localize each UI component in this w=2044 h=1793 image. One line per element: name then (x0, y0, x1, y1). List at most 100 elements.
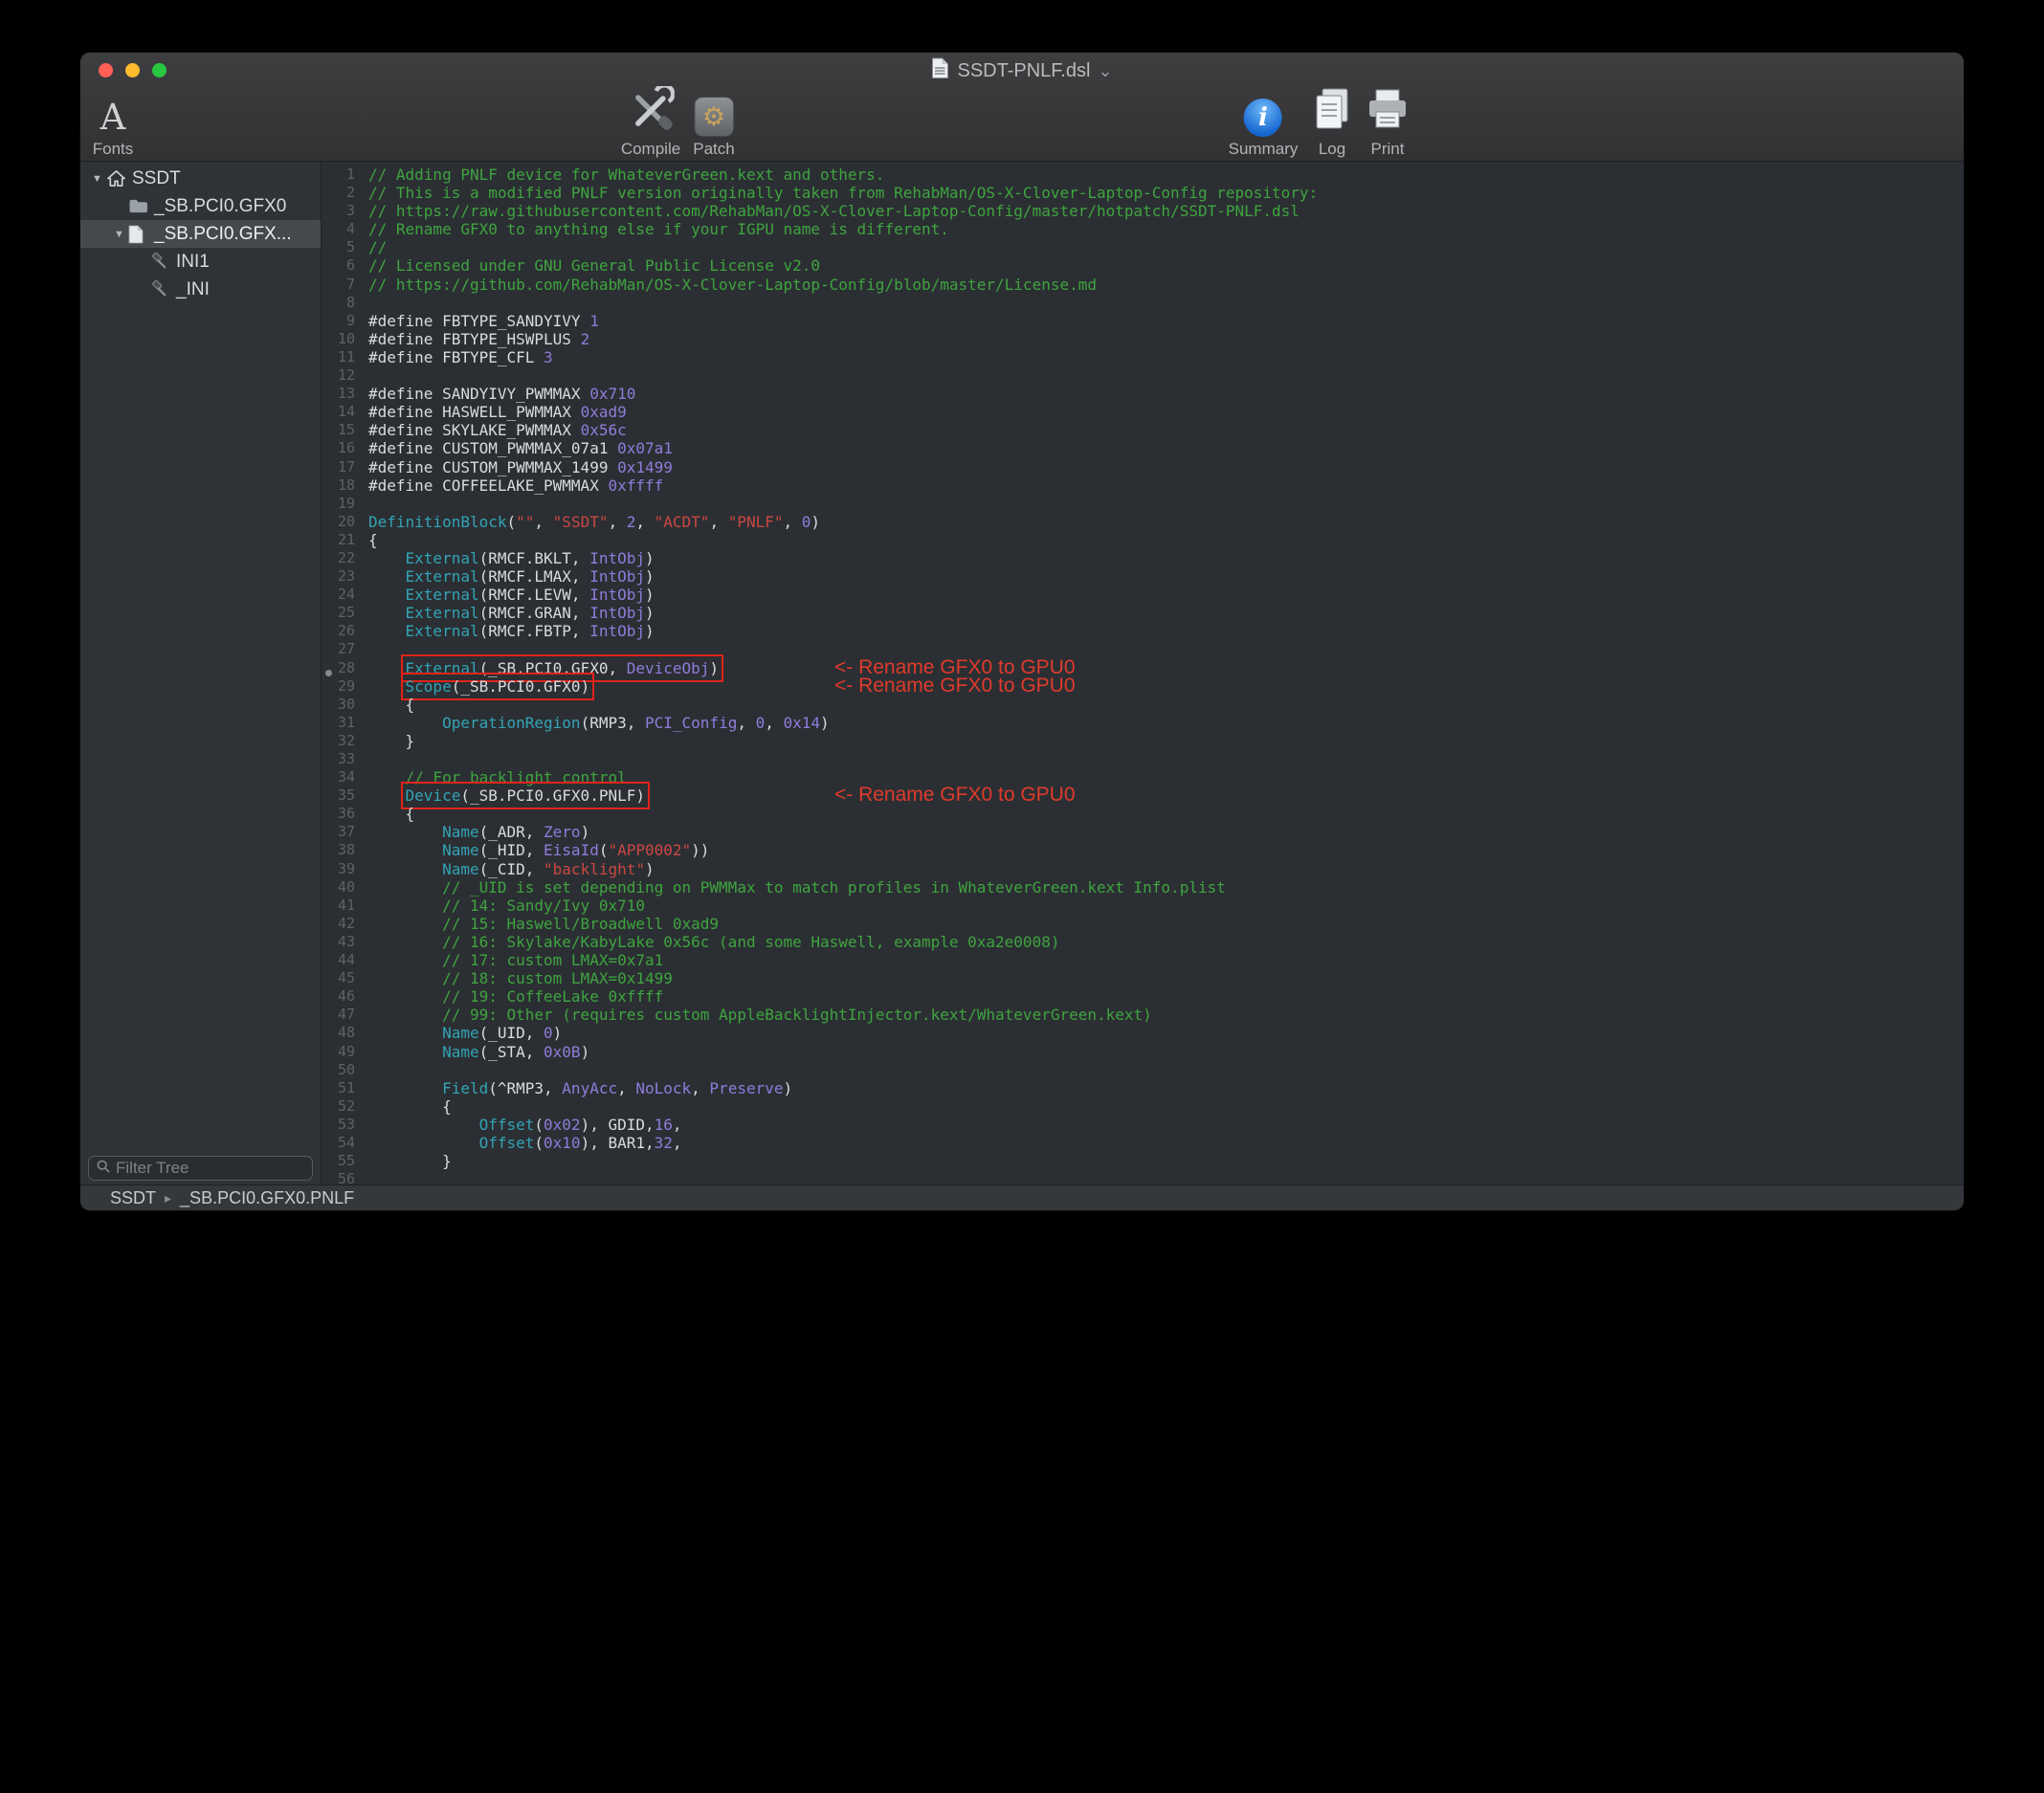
code-line-53[interactable]: Offset(0x02), GDID,16, (368, 1116, 1964, 1134)
disclosure-triangle-icon[interactable]: ▼ (88, 173, 106, 185)
tree-item-ssdt[interactable]: ▼SSDT (80, 165, 321, 192)
code-line-11[interactable]: #define FBTYPE_CFL 3 (368, 348, 1964, 366)
log-documents-icon (1311, 86, 1353, 137)
line-number: 3 (322, 202, 355, 220)
disclosure-triangle-icon[interactable]: ▼ (110, 229, 128, 240)
code-line-32[interactable]: } (368, 732, 1964, 750)
code-line-37[interactable]: Name(_ADR, Zero) (368, 823, 1964, 841)
line-number: 17 (322, 458, 355, 476)
code-line-16[interactable]: #define CUSTOM_PWMMAX_07a1 0x07a1 (368, 439, 1964, 457)
code-line-30[interactable]: { (368, 696, 1964, 714)
tree-item-label: INI1 (176, 252, 210, 273)
code-line-44[interactable]: // 17: custom LMAX=0x7a1 (368, 951, 1964, 969)
code-line-46[interactable]: // 19: CoffeeLake 0xffff (368, 987, 1964, 1006)
title-bar[interactable]: SSDT-PNLF.dsl ⌄ (80, 53, 1964, 89)
breadcrumb-root[interactable]: SSDT (110, 1188, 156, 1208)
code-line-24[interactable]: External(RMCF.LEVW, IntObj) (368, 586, 1964, 604)
code-line-3[interactable]: // https://raw.githubusercontent.com/Reh… (368, 202, 1964, 220)
title-chevron-icon[interactable]: ⌄ (1098, 66, 1112, 76)
line-number: 4 (322, 220, 355, 238)
code-line-50[interactable] (368, 1061, 1964, 1079)
code-line-23[interactable]: External(RMCF.LMAX, IntObj) (368, 567, 1964, 586)
line-number: 26 (322, 622, 355, 640)
line-number: 22 (322, 549, 355, 567)
code-line-49[interactable]: Name(_STA, 0x0B) (368, 1043, 1964, 1061)
code-line-8[interactable] (368, 294, 1964, 312)
line-number: 39 (322, 860, 355, 878)
code-editor[interactable]: 1234567891011121314151617181920212223242… (322, 162, 1964, 1184)
sidebar: ▼SSDT_SB.PCI0.GFX0▼_SB.PCI0.GFX... INI1 _I… (80, 162, 322, 1184)
code-line-13[interactable]: #define SANDYIVY_PWMMAX 0x710 (368, 385, 1964, 403)
code-line-4[interactable]: // Rename GFX0 to anything else if your … (368, 220, 1964, 238)
code-line-52[interactable]: { (368, 1097, 1964, 1116)
code-line-38[interactable]: Name(_HID, EisaId("APP0002")) (368, 841, 1964, 859)
code-line-36[interactable]: { (368, 805, 1964, 823)
code-line-48[interactable]: Name(_UID, 0) (368, 1024, 1964, 1042)
code-line-28[interactable]: External(_SB.PCI0.GFX0, DeviceObj)<- Ren… (368, 659, 1964, 677)
window-title: SSDT-PNLF.dsl (957, 60, 1090, 82)
line-number: 20 (322, 513, 355, 531)
compile-button[interactable]: Compile (621, 91, 680, 159)
code-line-47[interactable]: // 99: Other (requires custom AppleBackl… (368, 1006, 1964, 1024)
code-line-56[interactable] (368, 1170, 1964, 1184)
line-number: 16 (322, 439, 355, 457)
code-line-40[interactable]: // _UID is set depending on PWMMax to ma… (368, 878, 1964, 896)
filter-tree-input[interactable] (116, 1159, 327, 1178)
code-line-14[interactable]: #define HASWELL_PWMMAX 0xad9 (368, 403, 1964, 421)
code-line-5[interactable]: // (368, 238, 1964, 256)
line-number: 48 (322, 1024, 355, 1042)
code-line-39[interactable]: Name(_CID, "backlight") (368, 860, 1964, 878)
code-line-18[interactable]: #define COFFEELAKE_PWMMAX 0xffff (368, 476, 1964, 495)
code-line-17[interactable]: #define CUSTOM_PWMMAX_1499 0x1499 (368, 458, 1964, 476)
line-number: 43 (322, 933, 355, 951)
code-line-15[interactable]: #define SKYLAKE_PWMMAX 0x56c (368, 421, 1964, 439)
code-line-26[interactable]: External(RMCF.FBTP, IntObj) (368, 622, 1964, 640)
breadcrumb-current[interactable]: _SB.PCI0.GFX0.PNLF (180, 1188, 354, 1208)
code-line-9[interactable]: #define FBTYPE_SANDYIVY 1 (368, 312, 1964, 330)
tree-item-sb-pci0-gfx0[interactable]: _SB.PCI0.GFX0 (80, 192, 321, 220)
tree-item-ini[interactable]: _INI (80, 276, 321, 303)
code-line-7[interactable]: // https://github.com/RehabMan/OS-X-Clov… (368, 276, 1964, 294)
summary-button[interactable]: i Summary (1229, 91, 1299, 159)
code-line-1[interactable]: // Adding PNLF device for WhateverGreen.… (368, 166, 1964, 184)
code-line-6[interactable]: // Licensed under GNU General Public Lic… (368, 256, 1964, 275)
line-number: 55 (322, 1152, 355, 1170)
code-line-51[interactable]: Field(^RMP3, AnyAcc, NoLock, Preserve) (368, 1079, 1964, 1097)
code-line-45[interactable]: // 18: custom LMAX=0x1499 (368, 969, 1964, 987)
tree-item-sb-pci0-gfx0-pnlf[interactable]: ▼_SB.PCI0.GFX... (80, 220, 321, 248)
code-line-35[interactable]: Device(_SB.PCI0.GFX0.PNLF)<- Rename GFX0… (368, 786, 1964, 805)
code-line-43[interactable]: // 16: Skylake/KabyLake 0x56c (and some … (368, 933, 1964, 951)
code-line-29[interactable]: Scope(_SB.PCI0.GFX0)<- Rename GFX0 to GP… (368, 677, 1964, 696)
code-line-54[interactable]: Offset(0x10), BAR1,32, (368, 1134, 1964, 1152)
code-line-33[interactable] (368, 750, 1964, 768)
line-number: 42 (322, 915, 355, 933)
method-icon (150, 280, 176, 299)
code-line-22[interactable]: External(RMCF.BKLT, IntObj) (368, 549, 1964, 567)
code-line-2[interactable]: // This is a modified PNLF version origi… (368, 184, 1964, 202)
code-line-55[interactable]: } (368, 1152, 1964, 1170)
patch-button[interactable]: ⚙ Patch (693, 91, 734, 159)
code-line-42[interactable]: // 15: Haswell/Broadwell 0xad9 (368, 915, 1964, 933)
print-button[interactable]: Print (1365, 91, 1411, 159)
line-number: 47 (322, 1006, 355, 1024)
fonts-button[interactable]: A Fonts (93, 91, 134, 159)
rename-annotation: <- Rename GFX0 to GPU0 (834, 675, 1076, 697)
code-line-34[interactable]: // For backlight control (368, 768, 1964, 786)
filter-field[interactable] (88, 1156, 313, 1181)
code-line-31[interactable]: OperationRegion(RMP3, PCI_Config, 0, 0x1… (368, 714, 1964, 732)
code-line-19[interactable] (368, 495, 1964, 513)
code-line-12[interactable] (368, 366, 1964, 385)
code-line-41[interactable]: // 14: Sandy/Ivy 0x710 (368, 896, 1964, 915)
code-line-10[interactable]: #define FBTYPE_HSWPLUS 2 (368, 330, 1964, 348)
line-number: 5 (322, 238, 355, 256)
code-area[interactable]: // Adding PNLF device for WhateverGreen.… (364, 166, 1964, 1184)
document-icon (128, 225, 154, 244)
line-number: 13 (322, 385, 355, 403)
code-line-20[interactable]: DefinitionBlock("", "SSDT", 2, "ACDT", "… (368, 513, 1964, 531)
code-line-27[interactable] (368, 640, 1964, 658)
tree-item-ini1[interactable]: INI1 (80, 248, 321, 276)
code-line-25[interactable]: External(RMCF.GRAN, IntObj) (368, 604, 1964, 622)
code-line-21[interactable]: { (368, 531, 1964, 549)
patch-button-label: Patch (693, 140, 734, 159)
log-button[interactable]: Log (1311, 91, 1353, 159)
